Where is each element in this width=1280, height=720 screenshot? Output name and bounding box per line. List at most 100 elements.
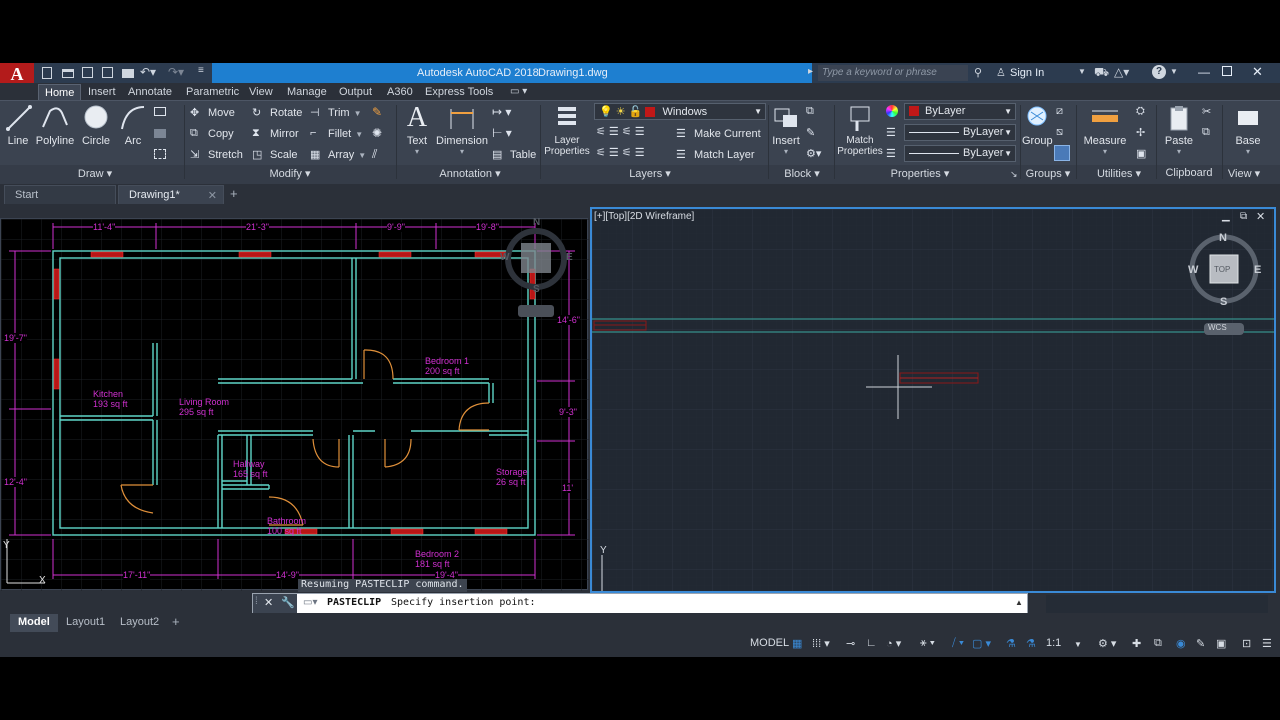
help-dropdown-icon[interactable]: ▼ — [1170, 67, 1178, 76]
group-select-icon[interactable] — [1054, 145, 1070, 161]
linetype-dropdown[interactable]: ByLayer ▼ — [904, 124, 1016, 141]
chevron-down-icon[interactable]: ▼ — [1078, 67, 1086, 76]
layers-panel-title[interactable]: Layers ▾ — [620, 167, 680, 181]
scale-button[interactable]: ◳ Scale — [252, 146, 298, 164]
create-block-icon[interactable]: ⧉ — [806, 105, 814, 118]
tab-express-tools[interactable]: Express Tools — [419, 84, 499, 100]
add-layout-icon[interactable]: + — [172, 614, 180, 629]
compass-east[interactable]: E — [1254, 264, 1261, 276]
text-button[interactable]: A Text ▾ — [402, 103, 432, 157]
chevron-up-icon[interactable]: ▲ — [1015, 598, 1023, 607]
polyline-button[interactable]: Polyline — [34, 103, 76, 147]
tab-parametric[interactable]: Parametric — [180, 84, 245, 100]
panel-launcher-icon[interactable]: ↘ — [1010, 169, 1018, 180]
compass-west[interactable]: W — [500, 252, 509, 263]
stretch-button[interactable]: ⇲ Stretch — [190, 146, 243, 164]
arc-button[interactable]: Arc — [118, 103, 148, 147]
clipboard-panel-title[interactable]: Clipboard — [1160, 167, 1218, 181]
explode-icon[interactable]: ✺ — [372, 126, 382, 140]
tab-manage[interactable]: Manage — [281, 84, 333, 100]
utilities-panel-title[interactable]: Utilities ▾ — [1084, 167, 1154, 181]
viewcube-top[interactable]: TOP — [1214, 265, 1230, 274]
autocad-logo-icon[interactable]: A — [0, 63, 34, 85]
ungroup-icon[interactable]: ⧄ — [1056, 105, 1063, 118]
tab-drawing1[interactable]: Drawing1* ✕ — [118, 185, 224, 204]
quick-select-icon[interactable]: ✢ — [1136, 126, 1145, 139]
cart-icon[interactable]: ⛟ — [1094, 65, 1109, 81]
ribbon-minimize-icon[interactable]: ▭ ▾ — [510, 86, 527, 97]
modify-panel-title[interactable]: Modify ▾ — [250, 167, 330, 181]
id-point-icon[interactable]: ⛭ — [1136, 105, 1145, 118]
calculator-icon[interactable]: ▣ — [1136, 147, 1146, 160]
viewport-close-icon[interactable]: ✕ — [1256, 210, 1265, 223]
minimize-icon[interactable]: — — [1198, 65, 1210, 79]
layer-dropdown[interactable]: 💡 ☀ 🔓 Windows ▼ — [594, 103, 766, 120]
circle-button[interactable]: Circle — [80, 103, 112, 147]
close-tab-icon[interactable]: ✕ — [208, 189, 217, 202]
help-icon[interactable]: ? — [1152, 65, 1166, 79]
array-button[interactable]: ▦ Array ▼ — [310, 146, 366, 164]
tab-annotate[interactable]: Annotate — [122, 84, 178, 100]
tab-layout2[interactable]: Layout2 — [112, 614, 167, 632]
grip-icon[interactable]: ⁞ — [255, 596, 258, 607]
match-properties-button[interactable]: Match Properties — [836, 103, 884, 157]
insert-block-button[interactable]: Insert ▾ — [770, 103, 802, 156]
command-line[interactable]: ⁞ ✕ 🔧 ▭▾ PASTECLIP Specify insertion poi… — [252, 593, 1028, 614]
layer-states-icon[interactable]: ⚟ ☰ ⚟ ☰ — [596, 146, 645, 159]
chevron-right-icon[interactable]: ▸ — [808, 66, 813, 77]
compass-south[interactable]: S — [1220, 296, 1227, 308]
fullscreen-icon[interactable]: ⊡ — [1242, 637, 1251, 653]
layer-properties-button[interactable]: Layer Properties — [542, 103, 592, 157]
draw-panel-title[interactable]: Draw ▾ — [60, 167, 130, 181]
block-panel-title[interactable]: Block ▾ — [772, 167, 832, 181]
move-button[interactable]: ✥ Move — [190, 104, 235, 122]
base-button[interactable]: Base ▾ — [1230, 103, 1266, 156]
hatch-icon[interactable] — [154, 129, 166, 138]
lineweight-dropdown[interactable]: ByLayer ▼ — [904, 145, 1016, 162]
customize-qat-icon[interactable]: ≡ — [198, 65, 204, 76]
copy-button[interactable]: ⧉ Copy — [190, 125, 234, 143]
clean-screen-icon[interactable]: ▣ — [1216, 637, 1226, 653]
workspace-gear-icon[interactable]: ⚙ ▾ — [1098, 637, 1116, 653]
binoculars-icon[interactable]: ⚲ — [974, 66, 982, 79]
sign-in-button[interactable]: Sign In — [1010, 67, 1044, 79]
redo-icon[interactable]: ↷▾ — [168, 65, 184, 79]
annotation-visibility-icon[interactable]: ⚗ — [1006, 637, 1016, 653]
new-tab-icon[interactable]: + — [230, 186, 238, 201]
wrench-icon[interactable]: 🔧 — [281, 596, 295, 609]
compass-west[interactable]: W — [1188, 264, 1198, 276]
tab-model[interactable]: Model — [10, 614, 58, 632]
group-edit-icon[interactable]: ⧅ — [1056, 126, 1063, 139]
layer-tools-icon[interactable]: ⚟ ☰ ⚟ ☰ — [596, 125, 645, 138]
tab-view[interactable]: View — [243, 84, 279, 100]
saveas-icon[interactable] — [102, 67, 113, 78]
tab-home[interactable]: Home — [38, 84, 82, 100]
fillet-button[interactable]: ⌐ Fillet ▼ — [310, 125, 363, 143]
properties-panel-title[interactable]: Properties ▾ — [880, 167, 960, 181]
wcs-menu[interactable]: WCS — [1208, 323, 1227, 332]
color-dropdown[interactable]: ByLayer ▼ — [904, 103, 1016, 120]
line-button[interactable]: Line — [4, 103, 32, 147]
table-button[interactable]: ▤ Table — [492, 146, 536, 164]
match-layer-button[interactable]: ☰ Match Layer — [676, 146, 755, 164]
leader-icon[interactable]: ↦ ▾ — [492, 105, 511, 119]
new-icon[interactable] — [42, 67, 52, 79]
make-current-button[interactable]: ☰ Make Current — [676, 125, 761, 143]
open-icon[interactable] — [62, 69, 74, 78]
tab-start[interactable]: Start — [4, 185, 116, 204]
annotation-scale[interactable]: 1:1 — [1046, 637, 1061, 653]
customize-icon[interactable]: ☰ — [1262, 637, 1272, 653]
autoscale-icon[interactable]: ⚗ — [1026, 637, 1036, 653]
add-scale-icon[interactable]: ✚ — [1132, 637, 1141, 653]
user-icon[interactable]: ♙ — [996, 66, 1006, 79]
save-icon[interactable] — [82, 67, 93, 78]
compass-east[interactable]: E — [566, 252, 573, 263]
tab-output[interactable]: Output — [333, 84, 378, 100]
rectangle-icon[interactable] — [154, 107, 166, 116]
compass-north[interactable]: N — [533, 217, 540, 228]
tab-layout1[interactable]: Layout1 — [58, 614, 113, 632]
measure-button[interactable]: Measure ▾ — [1082, 103, 1128, 156]
viewport-minimize-icon[interactable]: ▁ — [1222, 211, 1230, 222]
linear-dim-icon[interactable]: ⊢ ▾ — [492, 126, 512, 140]
tab-a360[interactable]: A360 — [381, 84, 419, 100]
